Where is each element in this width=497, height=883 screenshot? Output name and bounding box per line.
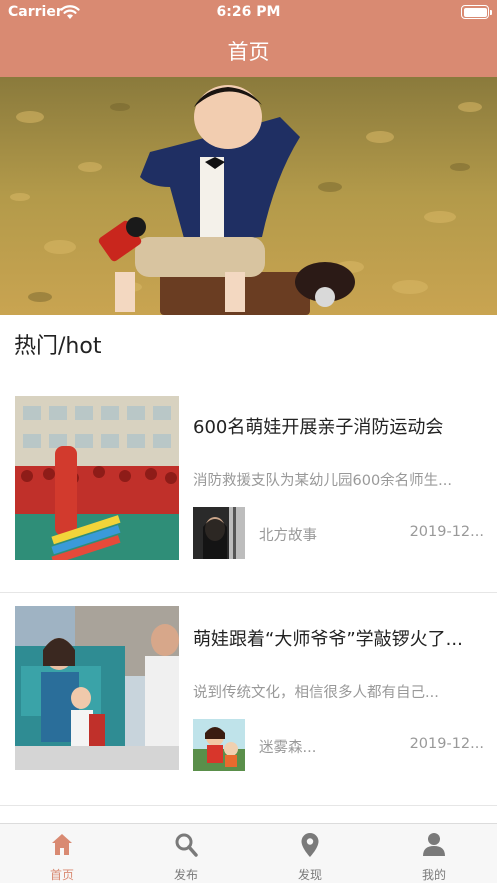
banner-image[interactable] — [0, 77, 497, 315]
news-item[interactable]: 600名萌娃开展亲子消防运动会 消防救援支队为某幼儿园600余名师生... 北方… — [0, 380, 497, 593]
news-item[interactable]: 萌娃跟着“大师爷爷”学敲锣火了... 说到传统文化，相信很多人都有自己... 迷… — [0, 593, 497, 806]
news-title[interactable]: 萌娃跟着“大师爷爷”学敲锣火了... — [193, 625, 483, 651]
location-pin-icon — [301, 833, 319, 857]
tab-home[interactable]: 首页 — [0, 824, 124, 883]
search-icon — [175, 833, 198, 857]
news-item[interactable] — [0, 806, 497, 823]
tab-discover[interactable]: 发现 — [248, 824, 372, 883]
tab-label: 首页 — [49, 868, 74, 882]
news-author: 北方故事 — [259, 528, 317, 544]
author-avatar — [193, 507, 245, 559]
tab-publish[interactable]: 发布 — [124, 824, 248, 883]
section-title-hot: 热门/hot — [14, 334, 102, 359]
tab-label: 我的 — [421, 868, 446, 882]
tab-label: 发现 — [297, 868, 322, 882]
news-thumbnail — [15, 606, 179, 770]
tab-bar: 首页 发布 发现 我的 — [0, 823, 497, 883]
tab-label: 发布 — [173, 868, 198, 882]
news-author: 迷雾森... — [259, 740, 317, 756]
author-avatar — [193, 719, 245, 771]
banner-photo — [0, 77, 497, 315]
news-thumbnail — [15, 396, 179, 560]
status-time: 6:26 PM — [216, 4, 281, 20]
news-date: 2019-12... — [409, 736, 484, 752]
page-title: 首页 — [227, 40, 270, 64]
user-icon — [423, 833, 445, 856]
battery-icon — [461, 5, 492, 19]
news-summary: 消防救援支队为某幼儿园600余名师生... — [193, 473, 453, 489]
news-summary: 说到传统文化，相信很多人都有自己... — [193, 685, 439, 701]
news-title[interactable]: 600名萌娃开展亲子消防运动会 — [193, 413, 483, 439]
tab-mine[interactable]: 我的 — [372, 824, 496, 883]
home-icon — [52, 834, 72, 855]
status-bar: Carrier 6:26 PM — [0, 0, 497, 26]
news-date: 2019-12... — [409, 524, 484, 540]
navigation-header: Carrier 6:26 PM 首页 — [0, 0, 497, 77]
